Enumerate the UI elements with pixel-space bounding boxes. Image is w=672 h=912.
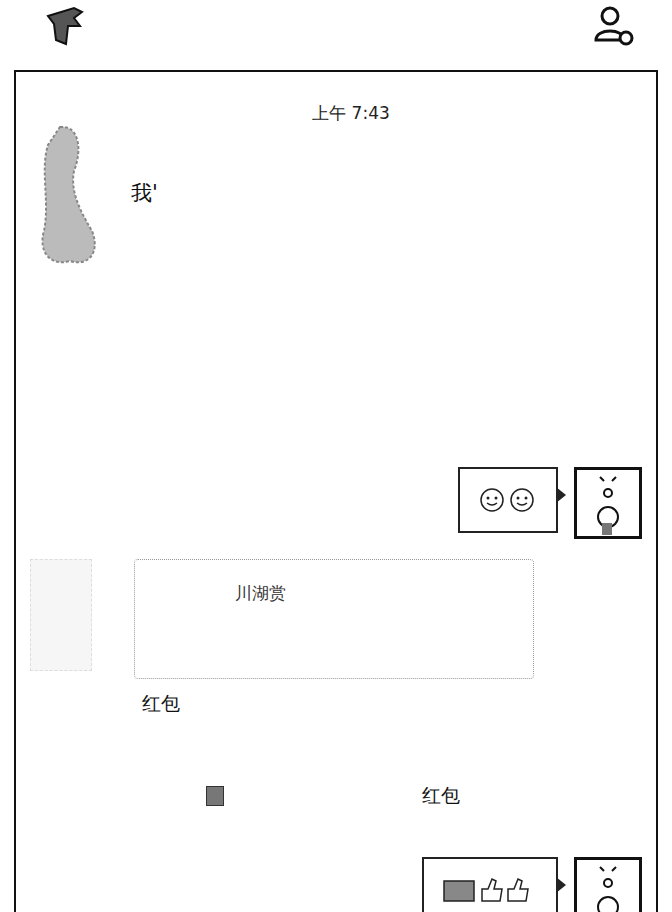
hand-icon[interactable] <box>44 4 88 48</box>
system-text: 红包 <box>422 783 460 809</box>
header-bar <box>0 0 672 70</box>
message-bubble[interactable] <box>458 467 558 533</box>
smiley-faces-icon <box>478 485 538 515</box>
message-text: 我' <box>131 121 158 207</box>
message-row <box>16 467 656 539</box>
message-row <box>16 857 656 912</box>
red-packet-label: 红包 <box>16 679 656 717</box>
red-packet-title: 川湖赏 <box>235 583 286 603</box>
thumbs-up-icon <box>442 875 538 905</box>
red-packet-card[interactable]: 川湖赏 <box>134 559 534 679</box>
chat-screen: 上午 7:43我'川湖赏红包红包 <box>0 0 672 912</box>
group-icon[interactable] <box>592 4 636 48</box>
avatar-icon[interactable] <box>30 559 92 671</box>
message-row: 我' <box>16 121 656 271</box>
timestamp: 上午 7:43 <box>16 72 656 125</box>
red-packet-icon <box>206 786 224 806</box>
avatar-icon[interactable] <box>30 121 105 271</box>
message-bubble[interactable] <box>422 857 558 912</box>
chat-panel: 上午 7:43我'川湖赏红包红包 <box>14 70 658 912</box>
avatar-icon[interactable] <box>574 857 642 912</box>
red-packet-message: 川湖赏红包 <box>16 559 656 717</box>
system-notice: 红包 <box>16 783 656 809</box>
avatar-icon[interactable] <box>574 467 642 539</box>
